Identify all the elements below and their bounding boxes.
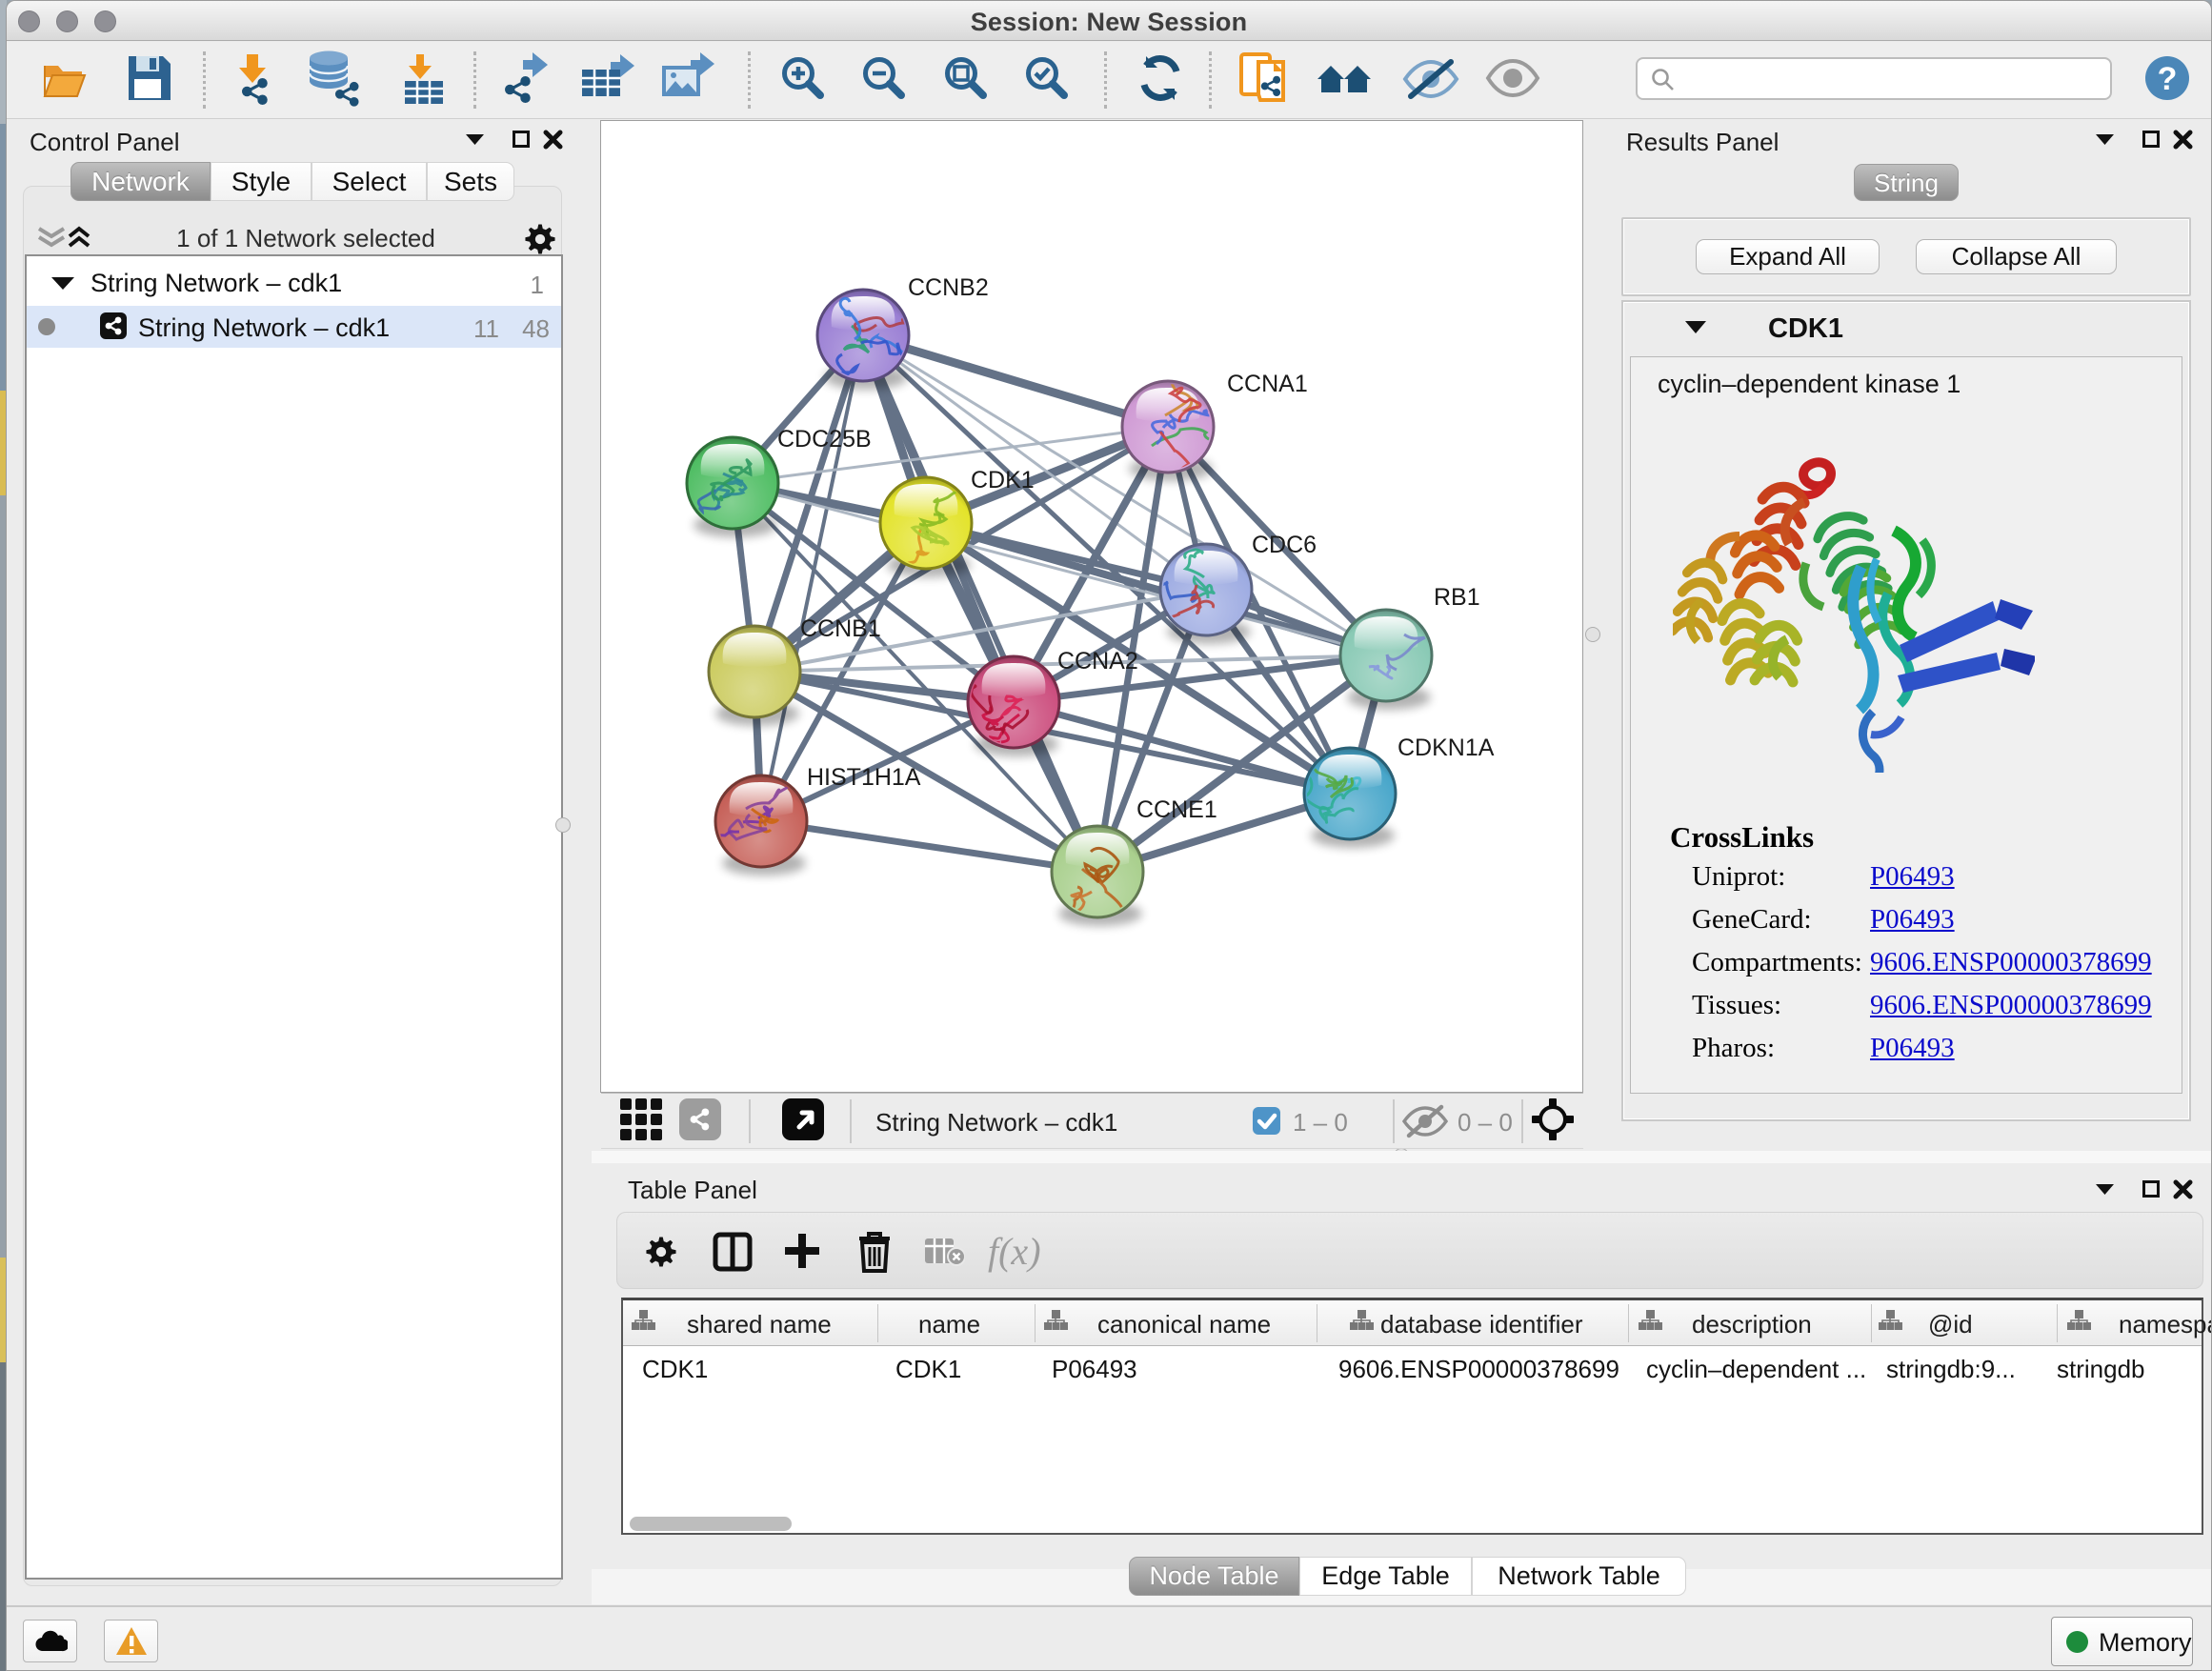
svg-text:CDKN1A: CDKN1A — [1398, 735, 1495, 761]
svg-text:HIST1H1A: HIST1H1A — [807, 764, 921, 791]
svg-text:CDK1: CDK1 — [971, 467, 1035, 493]
svg-text:RB1: RB1 — [1434, 584, 1480, 611]
svg-text:CCNA2: CCNA2 — [1057, 648, 1138, 674]
svg-text:CDC25B: CDC25B — [777, 426, 872, 453]
svg-text:CDC6: CDC6 — [1252, 532, 1317, 558]
svg-text:CCNB2: CCNB2 — [908, 274, 989, 301]
svg-text:CCNA1: CCNA1 — [1227, 371, 1308, 397]
svg-text:CCNE1: CCNE1 — [1136, 796, 1217, 823]
svg-text:?: ? — [2158, 61, 2178, 97]
svg-text:CCNB1: CCNB1 — [800, 615, 881, 642]
